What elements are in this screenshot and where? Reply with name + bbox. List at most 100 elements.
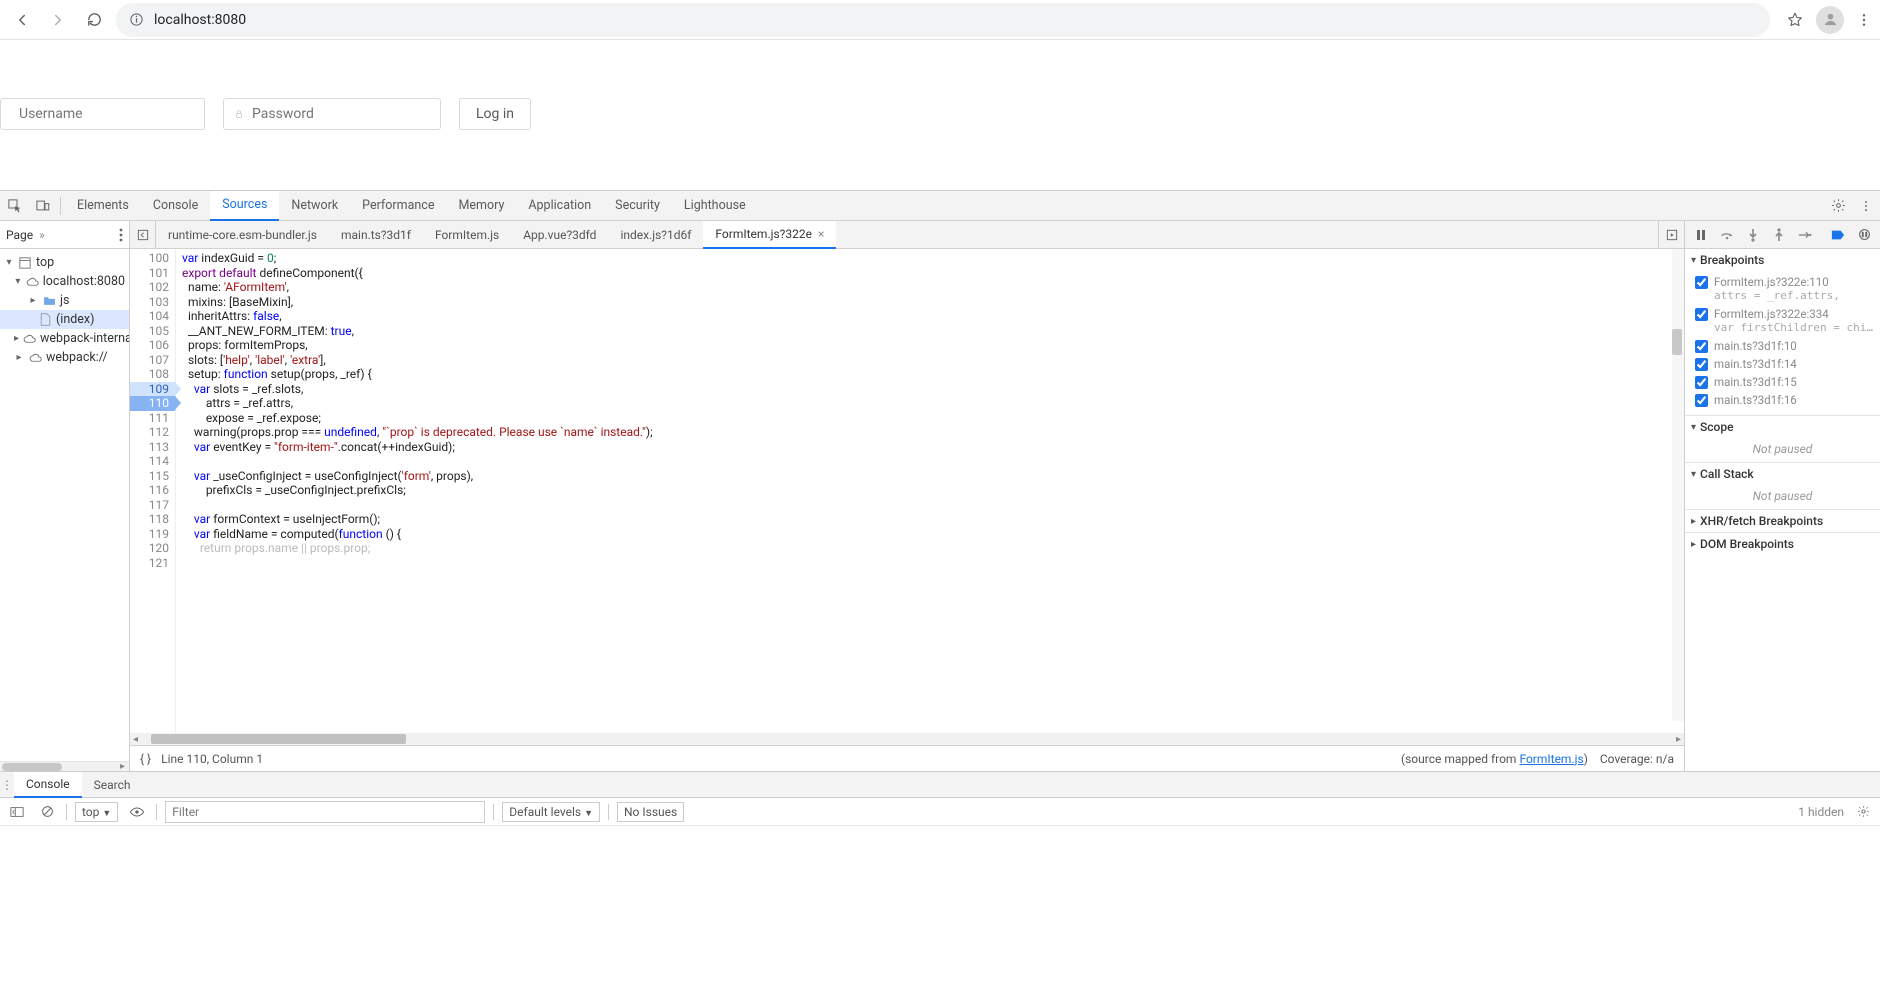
step-over-icon[interactable] — [1717, 225, 1737, 245]
breakpoint-checkbox[interactable] — [1695, 358, 1708, 371]
password-input[interactable] — [252, 106, 430, 122]
breakpoints-header[interactable]: ▾Breakpoints — [1685, 249, 1880, 271]
file-tab[interactable]: FormItem.js?322e× — [703, 221, 836, 249]
devtools-tab-elements[interactable]: Elements — [65, 191, 141, 221]
editor-horizontal-scrollbar[interactable]: ◂▸ — [130, 733, 1684, 745]
line-number[interactable]: 119 — [130, 527, 175, 542]
deactivate-breakpoints-icon[interactable] — [1828, 225, 1848, 245]
forward-button[interactable] — [44, 6, 72, 34]
back-button[interactable] — [8, 6, 36, 34]
step-into-icon[interactable] — [1743, 225, 1763, 245]
navigator-pane-label[interactable]: Page — [6, 228, 33, 242]
devtools-tab-memory[interactable]: Memory — [446, 191, 516, 221]
context-selector[interactable]: top ▼ — [75, 802, 118, 822]
file-tab[interactable]: main.ts?3d1f — [329, 221, 423, 249]
line-number[interactable]: 100 — [130, 251, 175, 266]
devtools-tab-performance[interactable]: Performance — [350, 191, 446, 221]
tree-webpack-internal[interactable]: ▸webpack-internal — [0, 329, 129, 348]
live-expression-icon[interactable] — [126, 801, 148, 823]
file-tab[interactable]: FormItem.js — [423, 221, 511, 249]
breakpoint-checkbox[interactable] — [1695, 276, 1708, 289]
source-map-link[interactable]: FormItem.js — [1519, 752, 1583, 766]
clear-console-icon[interactable] — [36, 801, 58, 823]
bookmark-star-icon[interactable] — [1786, 11, 1804, 29]
devtools-tab-security[interactable]: Security — [603, 191, 672, 221]
navigator-menu-icon[interactable] — [119, 228, 123, 242]
line-number[interactable]: 117 — [130, 498, 175, 513]
code-editor[interactable]: 100101102103104105106107108109110111112 1… — [130, 249, 1684, 733]
breakpoint-item[interactable]: FormItem.js?322e:334var firstChildren = … — [1685, 305, 1880, 337]
file-tab[interactable]: runtime-core.esm-bundler.js — [156, 221, 329, 249]
scope-header[interactable]: ▾Scope — [1685, 416, 1880, 438]
username-input[interactable] — [19, 106, 197, 122]
code-content[interactable]: var indexGuid = 0;export default defineC… — [176, 249, 1684, 733]
breakpoint-checkbox[interactable] — [1695, 340, 1708, 353]
line-number[interactable]: 108 — [130, 367, 175, 382]
devtools-tab-console[interactable]: Console — [141, 191, 210, 221]
history-nav-icon[interactable] — [130, 221, 156, 249]
chevron-right-icon[interactable]: » — [39, 228, 45, 242]
console-settings-icon[interactable] — [1852, 801, 1874, 823]
line-number[interactable]: 116 — [130, 483, 175, 498]
line-number[interactable]: 102 — [130, 280, 175, 295]
breakpoint-item[interactable]: FormItem.js?322e:110attrs = _ref.attrs, — [1685, 273, 1880, 305]
navigator-scrollbar[interactable]: ▸ — [0, 761, 129, 771]
dom-header[interactable]: ▸DOM Breakpoints — [1685, 533, 1880, 555]
settings-gear-icon[interactable] — [1824, 191, 1852, 221]
username-field[interactable] — [0, 98, 205, 130]
line-number[interactable]: 109 — [130, 382, 175, 397]
line-number[interactable]: 115 — [130, 469, 175, 484]
browser-menu-icon[interactable] — [1856, 12, 1872, 28]
line-number[interactable]: 118 — [130, 512, 175, 527]
log-levels-selector[interactable]: Default levels ▼ — [502, 802, 600, 822]
reload-button[interactable] — [80, 6, 108, 34]
step-out-icon[interactable] — [1769, 225, 1789, 245]
breakpoint-checkbox[interactable] — [1695, 308, 1708, 321]
line-number[interactable]: 104 — [130, 309, 175, 324]
tree-js-folder[interactable]: ▸js — [0, 291, 129, 310]
file-tree[interactable]: ▾top ▾localhost:8080 ▸js (index) ▸webpac… — [0, 249, 129, 761]
line-number[interactable]: 111 — [130, 411, 175, 426]
xhr-header[interactable]: ▸XHR/fetch Breakpoints — [1685, 510, 1880, 532]
line-number[interactable]: 110 — [130, 396, 175, 411]
pretty-print-icon[interactable]: { } — [140, 752, 151, 766]
devtools-tab-sources[interactable]: Sources — [210, 191, 279, 221]
line-number[interactable]: 105 — [130, 324, 175, 339]
address-bar[interactable]: localhost:8080 — [116, 3, 1770, 37]
line-number[interactable]: 120 — [130, 541, 175, 556]
login-button[interactable]: Log in — [459, 98, 531, 130]
devtools-tab-application[interactable]: Application — [516, 191, 603, 221]
drawer-tab-console[interactable]: Console — [14, 772, 82, 798]
device-toolbar-icon[interactable] — [28, 191, 56, 221]
pause-on-exceptions-icon[interactable] — [1854, 225, 1874, 245]
inspect-element-icon[interactable] — [0, 191, 28, 221]
line-number[interactable]: 101 — [130, 266, 175, 281]
devtools-tab-network[interactable]: Network — [279, 191, 350, 221]
line-number[interactable]: 121 — [130, 556, 175, 571]
line-number[interactable]: 106 — [130, 338, 175, 353]
editor-vertical-scrollbar[interactable] — [1672, 249, 1684, 721]
tree-host[interactable]: ▾localhost:8080 — [0, 272, 129, 291]
pause-icon[interactable] — [1691, 225, 1711, 245]
file-tab[interactable]: App.vue?3dfd — [511, 221, 608, 249]
line-number[interactable]: 107 — [130, 353, 175, 368]
line-number[interactable]: 103 — [130, 295, 175, 310]
issues-button[interactable]: No Issues — [617, 802, 684, 822]
breakpoint-item[interactable]: main.ts?3d1f:10 — [1685, 337, 1880, 355]
step-icon[interactable] — [1795, 225, 1815, 245]
password-field[interactable] — [223, 98, 441, 130]
run-snippet-icon[interactable] — [1658, 221, 1684, 249]
site-info-icon[interactable] — [128, 12, 144, 28]
close-tab-icon[interactable]: × — [818, 227, 824, 241]
console-sidebar-toggle-icon[interactable] — [6, 801, 28, 823]
tree-index-file[interactable]: (index) — [0, 310, 129, 329]
callstack-header[interactable]: ▾Call Stack — [1685, 463, 1880, 485]
tree-webpack[interactable]: ▸webpack:// — [0, 348, 129, 367]
console-output[interactable] — [0, 826, 1880, 986]
breakpoint-item[interactable]: main.ts?3d1f:15 — [1685, 373, 1880, 391]
breakpoint-checkbox[interactable] — [1695, 376, 1708, 389]
drawer-handle-icon[interactable]: ⋮ — [0, 778, 14, 792]
breakpoint-item[interactable]: main.ts?3d1f:14 — [1685, 355, 1880, 373]
line-number[interactable]: 112 — [130, 425, 175, 440]
breakpoint-item[interactable]: main.ts?3d1f:16 — [1685, 391, 1880, 409]
